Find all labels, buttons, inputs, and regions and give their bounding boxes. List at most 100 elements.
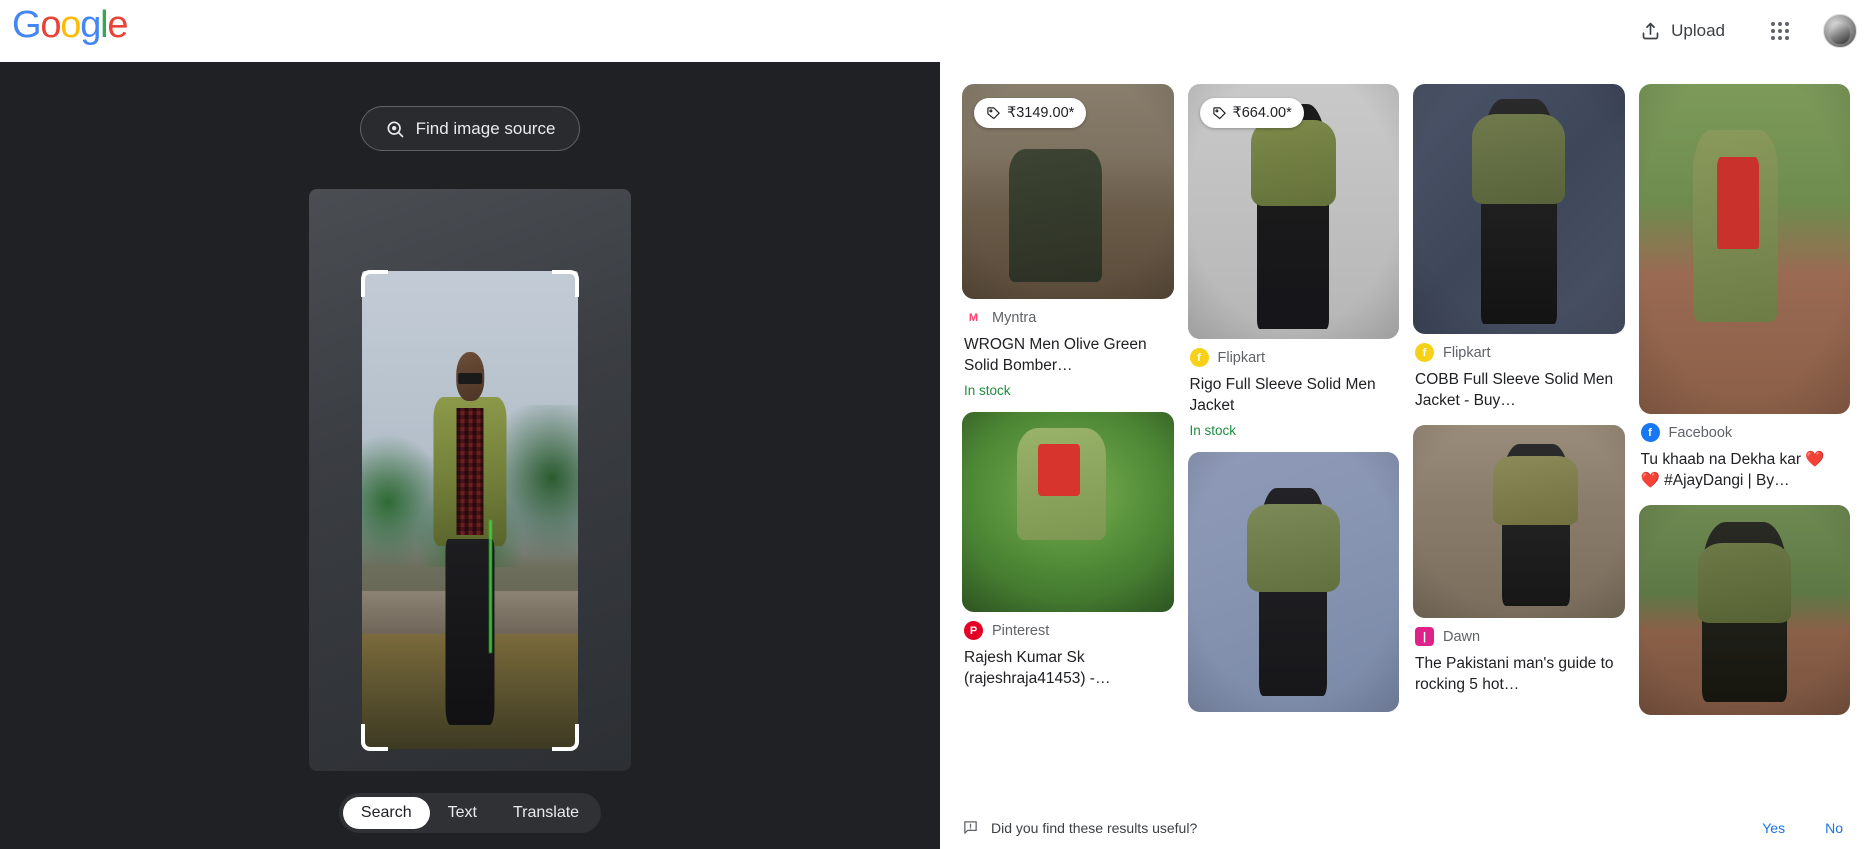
result-title[interactable]: COBB Full Sleeve Solid Men Jacket - Buy…	[1415, 369, 1623, 411]
logo-letter-e: e	[107, 4, 128, 46]
tab-text[interactable]: Text	[430, 797, 495, 829]
apps-dot	[1778, 36, 1782, 40]
dawn-logo: |	[1415, 627, 1434, 646]
feedback-icon	[962, 819, 979, 836]
logo-letter-o1: o	[40, 4, 61, 46]
tab-translate[interactable]: Translate	[495, 797, 597, 829]
result-card[interactable]: P Pinterest Rajesh Kumar Sk (rajeshraja414…	[962, 412, 1174, 689]
crop-handle-bottom-left[interactable]	[361, 724, 388, 751]
price-value: ₹664.00*	[1232, 105, 1292, 121]
result-source-name: Facebook	[1668, 424, 1733, 441]
result-card[interactable]: ₹3149.00* M Myntra WROGN Men Olive Green So…	[962, 84, 1174, 398]
result-source-name: Flipkart	[1217, 349, 1266, 366]
result-source: f Flipkart	[1415, 343, 1623, 362]
result-meta: M Myntra WROGN Men Olive Green Solid Bombe…	[962, 299, 1174, 398]
results-column-2: ₹664.00* f Flipkart Rigo Full Sleeve Solid …	[1187, 84, 1400, 804]
result-source-name: Dawn	[1443, 628, 1481, 645]
stock-status: In stock	[1189, 423, 1237, 438]
result-title[interactable]: Rajesh Kumar Sk (rajeshraja41453) -…	[964, 647, 1172, 689]
apps-dot	[1785, 36, 1789, 40]
lens-search-icon	[385, 119, 405, 139]
result-source-name: Myntra	[992, 309, 1037, 326]
result-source-name: Pinterest	[992, 622, 1050, 639]
lens-mode-tabs: Search Text Translate	[338, 793, 602, 833]
price-value: ₹3149.00*	[1007, 105, 1075, 121]
result-title[interactable]: Tu khaab na Dekha kar ❤️ ❤️ #AjayDangi |…	[1641, 449, 1849, 491]
result-card[interactable]	[1187, 452, 1399, 712]
lens-image-panel: Find image source Search Text Translate	[0, 62, 940, 849]
apps-dot	[1771, 29, 1775, 33]
price-badge: ₹3149.00*	[974, 98, 1087, 128]
price-badge: ₹664.00*	[1199, 98, 1304, 128]
tab-search[interactable]: Search	[342, 797, 430, 829]
source-image	[362, 271, 578, 749]
result-card[interactable]: f Flipkart COBB Full Sleeve Solid Men Jack…	[1413, 84, 1625, 411]
pinterest-logo: P	[964, 621, 983, 640]
visual-matches-panel: ₹3149.00* M Myntra WROGN Men Olive Green So…	[940, 62, 1873, 849]
apps-dot	[1785, 29, 1789, 33]
crop-handle-bottom-right[interactable]	[552, 724, 579, 751]
result-source: P Pinterest	[964, 621, 1172, 640]
feedback-no-link[interactable]: No	[1825, 820, 1843, 836]
app-header: Google Upload	[0, 0, 1873, 62]
result-thumbnail[interactable]	[1413, 84, 1625, 334]
result-source: | Dawn	[1415, 627, 1623, 646]
find-image-source-label: Find image source	[415, 118, 556, 138]
apps-dot	[1771, 22, 1775, 26]
feedback-actions: Yes No	[1762, 820, 1843, 836]
crop-handle-top-right[interactable]	[552, 270, 579, 297]
feedback-yes-link[interactable]: Yes	[1762, 820, 1785, 836]
apps-dot	[1778, 29, 1782, 33]
result-thumbnail[interactable]	[1638, 505, 1850, 715]
result-card[interactable]: ₹664.00* f Flipkart Rigo Full Sleeve Solid …	[1187, 84, 1400, 438]
results-column-1: ₹3149.00* M Myntra WROGN Men Olive Green So…	[962, 84, 1174, 804]
crop-handle-top-left[interactable]	[361, 270, 388, 297]
stock-status: In stock	[964, 383, 1011, 398]
apps-dot	[1785, 22, 1789, 26]
apps-grid-icon[interactable]	[1763, 14, 1797, 48]
result-source-name: Flipkart	[1443, 344, 1491, 361]
find-image-source-button[interactable]: Find image source	[359, 106, 581, 151]
result-title[interactable]: The Pakistani man's guide to rocking 5 h…	[1415, 653, 1623, 695]
upload-label: Upload	[1671, 21, 1725, 40]
header-actions: Upload	[1628, 13, 1873, 50]
result-title[interactable]: WROGN Men Olive Green Solid Bomber…	[964, 334, 1172, 376]
results-column-3: f Flipkart COBB Full Sleeve Solid Men Jack…	[1413, 84, 1625, 804]
account-avatar[interactable]	[1823, 14, 1857, 48]
result-thumbnail[interactable]: ₹3149.00*	[962, 84, 1174, 299]
results-column-4: f Facebook Tu khaab na Dekha kar ❤️ ❤️ #Aj…	[1638, 84, 1851, 804]
image-viewer[interactable]	[309, 189, 631, 771]
result-meta: | Dawn The Pakistani man's guide to rockin…	[1413, 618, 1625, 695]
image-vignette	[962, 412, 1174, 612]
result-card[interactable]: f Facebook Tu khaab na Dekha kar ❤️ ❤️ #Aj…	[1638, 84, 1851, 491]
result-thumbnail[interactable]	[1638, 84, 1850, 414]
result-thumbnail[interactable]: ₹664.00*	[1187, 84, 1399, 339]
logo-letter-g2: g	[80, 4, 101, 46]
feedback-question: Did you find these results useful?	[991, 819, 1198, 836]
result-thumbnail[interactable]	[962, 412, 1174, 612]
result-source: f Facebook	[1640, 423, 1849, 442]
price-tag-icon	[1212, 106, 1227, 121]
result-meta: P Pinterest Rajesh Kumar Sk (rajeshraja414…	[962, 612, 1174, 689]
result-meta: f Facebook Tu khaab na Dekha kar ❤️ ❤️ #Aj…	[1639, 414, 1851, 491]
upload-button[interactable]: Upload	[1628, 13, 1737, 50]
result-meta: f Flipkart Rigo Full Sleeve Solid Men Jack…	[1188, 339, 1400, 438]
myntra-logo: M	[964, 308, 983, 327]
apps-dot	[1771, 36, 1775, 40]
feedback-bar: Did you find these results useful? Yes N…	[940, 805, 1873, 849]
result-card[interactable]: | Dawn The Pakistani man's guide to rockin…	[1413, 425, 1625, 695]
facebook-logo: f	[1640, 423, 1660, 442]
results-grid: ₹3149.00* M Myntra WROGN Men Olive Green So…	[962, 84, 1850, 804]
result-source: M Myntra	[964, 308, 1172, 327]
google-logo[interactable]: Google	[12, 6, 129, 44]
result-card[interactable]	[1638, 505, 1850, 715]
result-thumbnail[interactable]	[1413, 425, 1625, 618]
apps-dot	[1778, 22, 1782, 26]
flipkart-logo: f	[1415, 343, 1434, 362]
result-source: f Flipkart	[1189, 348, 1398, 367]
result-thumbnail[interactable]	[1187, 452, 1399, 712]
logo-letter-g1: G	[12, 4, 42, 46]
flipkart-logo: f	[1189, 348, 1209, 367]
result-title[interactable]: Rigo Full Sleeve Solid Men Jacket	[1190, 374, 1398, 416]
price-tag-icon	[986, 106, 1001, 121]
